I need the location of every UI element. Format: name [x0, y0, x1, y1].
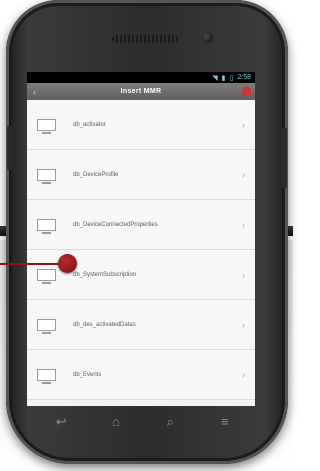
action-bar: ‹ Insert MMR [27, 83, 255, 100]
database-list: db_activator › db_DeviceProfile › db_Dev… [27, 100, 255, 400]
list-item-label: db_des_activatedDatas [73, 321, 136, 328]
chevron-right-icon: › [242, 169, 245, 180]
chevron-right-icon: › [242, 269, 245, 280]
monitor-icon [37, 168, 56, 184]
list-item-label: db_Events [73, 371, 102, 378]
navigation-bar: ↩ ⌂ ⌕ ≡ [34, 406, 252, 437]
device-screen: ◥ ▮ ▯ 2:58 ‹ Insert MMR db_activator › d… [27, 72, 255, 406]
monitor-icon [37, 118, 56, 134]
list-item-label: db_SystemSubscription [73, 271, 137, 278]
volume-button [7, 126, 13, 170]
status-time: 2:58 [237, 74, 251, 81]
chevron-right-icon: › [242, 119, 245, 130]
list-item-label: db_DeviceProfile [73, 171, 119, 178]
back-icon[interactable]: ↩ [46, 414, 76, 430]
chevron-right-icon: › [242, 369, 245, 380]
list-item[interactable]: db_DeviceProfile › [27, 150, 255, 200]
chevron-right-icon: › [242, 319, 245, 330]
chevron-right-icon: › [242, 219, 245, 230]
battery-icon: ▯ [229, 74, 234, 82]
menu-icon[interactable]: ≡ [210, 414, 240, 429]
callout-dot [58, 254, 77, 273]
search-icon[interactable]: ⌕ [155, 414, 185, 430]
list-item[interactable]: db_des_activatedDatas › [27, 300, 255, 350]
signal-icon: ▮ [221, 74, 226, 82]
monitor-icon [37, 268, 56, 284]
power-button [281, 128, 287, 188]
list-item[interactable]: db_activator › [27, 100, 255, 150]
status-bar: ◥ ▮ ▯ 2:58 [27, 72, 255, 83]
list-item[interactable]: db_Events › [27, 350, 255, 400]
monitor-icon [37, 318, 56, 334]
list-item-label: db_DeviceConnectedProperties [73, 221, 158, 228]
monitor-icon [37, 368, 56, 384]
action-button-icon[interactable] [242, 87, 251, 96]
front-camera [202, 32, 213, 43]
home-icon[interactable]: ⌂ [101, 414, 131, 429]
earpiece-speaker [112, 35, 178, 43]
up-navigation-icon[interactable]: ‹ [33, 87, 36, 97]
action-bar-title: Insert MMR [120, 88, 162, 95]
list-item-label: db_activator [73, 121, 106, 128]
callout-line [0, 263, 66, 265]
monitor-icon [37, 218, 56, 234]
list-item[interactable]: db_DeviceConnectedProperties › [27, 200, 255, 250]
wifi-icon: ◥ [212, 74, 218, 82]
